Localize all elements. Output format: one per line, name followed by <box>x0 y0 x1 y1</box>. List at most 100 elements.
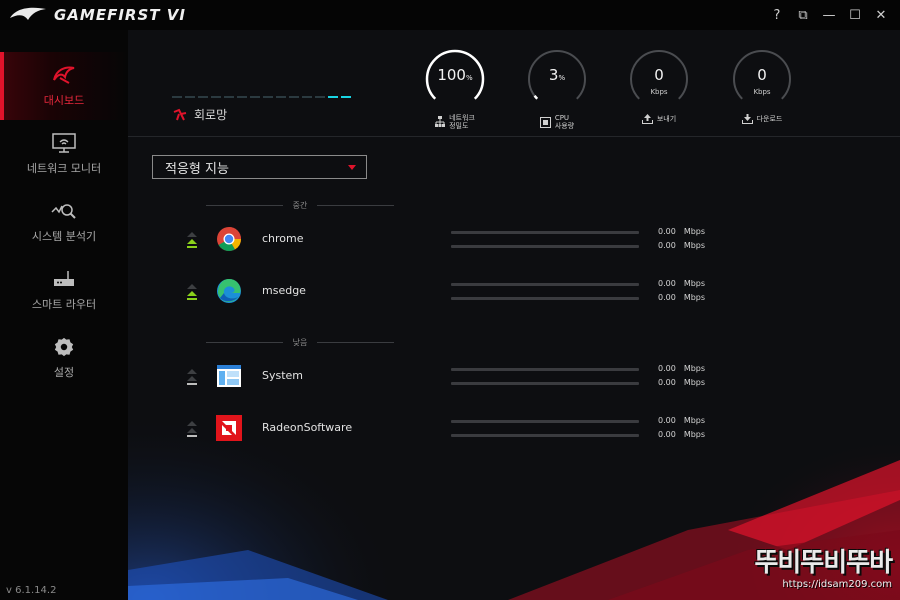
rog-eye-icon <box>10 7 46 20</box>
rate-value: 0.00 <box>658 241 676 250</box>
signal-bar <box>276 96 286 98</box>
network-icon <box>435 116 446 127</box>
gear-icon <box>54 337 74 357</box>
sidebar-item-system-analyzer[interactable]: 시스템 분석기 <box>0 188 128 256</box>
upload-rate: 0.00 Mbps <box>658 416 705 425</box>
title-bar: GAMEFIRST VI ? ⧉ — ☐ ✕ <box>0 0 900 30</box>
version-label: v 6.1.14.2 <box>6 585 57 596</box>
signal-bar <box>224 96 234 98</box>
gauge-unit-below: Kbps <box>753 88 771 96</box>
app-row-msedge[interactable]: msedge 0.00 Mbps 0.00 Mbps <box>186 278 706 306</box>
sidebar: 대시보드 네트워크 모니터 시스템 분석기 스마트 라우터 설정 v 6.1.1… <box>0 30 128 600</box>
gauge-fill <box>533 95 539 100</box>
rate-value: 0.00 <box>658 279 676 288</box>
line-label: 회로망 <box>194 108 228 122</box>
dashboard-icon <box>53 66 75 84</box>
gauge-unit: % <box>558 74 566 82</box>
dashboard-header: 회로망 100% 네트워크 정밀도 3% CPU 사용량 0 Kbps 보내기 … <box>128 30 900 137</box>
priority-medium-icon[interactable] <box>186 280 198 302</box>
minimize-button[interactable]: — <box>816 4 842 26</box>
priority-low-icon[interactable] <box>186 365 198 387</box>
mini-mode-button[interactable]: ⧉ <box>790 4 816 26</box>
upload-rate: 0.00 Mbps <box>658 364 705 373</box>
sidebar-item-smart-router[interactable]: 스마트 라우터 <box>0 256 128 324</box>
priority-low-icon[interactable] <box>186 417 198 439</box>
rate-unit: Mbps <box>683 416 706 425</box>
signal-bar <box>172 96 182 98</box>
sidebar-item-settings[interactable]: 설정 <box>0 324 128 392</box>
upload-icon <box>641 114 653 124</box>
app-name: System <box>262 369 304 382</box>
gauge-upload: 0 Kbps 보내기 <box>626 48 692 124</box>
app-row-system[interactable]: System 0.00 Mbps 0.00 Mbps <box>186 363 706 391</box>
signal-bar <box>211 96 221 98</box>
gauge-network-accuracy: 100% 네트워크 정밀도 <box>422 48 488 130</box>
close-button[interactable]: ✕ <box>868 4 894 26</box>
download-rate: 0.00 Mbps <box>658 241 705 250</box>
gauge-cpu-usage: 3% CPU 사용량 <box>524 48 590 130</box>
maximize-button[interactable]: ☐ <box>842 4 868 26</box>
group-label: 낮음 <box>292 337 308 347</box>
gauge-value: 0 <box>654 66 664 84</box>
gauge-caption: 다운로드 <box>756 115 783 123</box>
signal-bar <box>341 96 351 98</box>
rate-value: 0.00 <box>658 430 676 439</box>
runner-icon <box>173 108 187 120</box>
download-rate-bar <box>451 297 639 300</box>
upload-rate-bar <box>451 283 639 286</box>
group-header-medium: 중간 <box>206 199 395 211</box>
download-rate: 0.00 Mbps <box>658 293 705 302</box>
help-button[interactable]: ? <box>764 4 790 26</box>
system-analyzer-icon <box>51 204 76 219</box>
app-title: GAMEFIRST VI <box>54 6 186 24</box>
priority-medium-icon[interactable] <box>186 228 198 250</box>
signal-bar <box>315 96 325 98</box>
upload-rate: 0.00 Mbps <box>658 279 705 288</box>
signal-bar <box>237 96 247 98</box>
sidebar-item-network-monitor[interactable]: 네트워크 모니터 <box>0 120 128 188</box>
upload-rate: 0.00 Mbps <box>658 227 705 236</box>
signal-bar <box>263 96 273 98</box>
rate-unit: Mbps <box>683 227 706 236</box>
upload-rate-bar <box>451 420 639 423</box>
download-rate-bar <box>451 382 639 385</box>
rate-unit: Mbps <box>683 293 706 302</box>
app-logo: GAMEFIRST VI <box>8 5 186 25</box>
signal-bar <box>198 96 208 98</box>
sidebar-item-label: 스마트 라우터 <box>31 298 97 311</box>
rate-unit: Mbps <box>683 279 706 288</box>
sidebar-item-dashboard[interactable]: 대시보드 <box>0 52 128 120</box>
watermark-logo: 뚜비뚜비뚜바 <box>754 548 893 578</box>
rate-value: 0.00 <box>658 293 676 302</box>
rate-unit: Mbps <box>683 430 706 439</box>
gauge-value: 3 <box>548 66 559 84</box>
download-rate: 0.00 Mbps <box>658 430 705 439</box>
amd-icon <box>216 415 242 441</box>
download-rate-bar <box>451 434 639 437</box>
mode-select-value: 적응형 지능 <box>165 161 229 177</box>
signal-bar <box>328 96 338 98</box>
watermark: 뚜비뚜비뚜바 https://idsam209.com <box>754 542 893 590</box>
rate-unit: Mbps <box>683 241 706 250</box>
gauge-value: 100 <box>437 66 466 84</box>
signal-bar <box>250 96 260 98</box>
signal-bar <box>289 96 299 98</box>
watermark-url: https://idsam209.com <box>782 579 892 590</box>
mode-select[interactable]: 적응형 지능 <box>152 155 367 179</box>
app-row-chrome[interactable]: chrome 0.00 Mbps 0.00 Mbps <box>186 226 706 254</box>
router-icon <box>54 271 74 286</box>
main-panel: 회로망 100% 네트워크 정밀도 3% CPU 사용량 0 Kbps 보내기 … <box>128 30 900 600</box>
sidebar-item-label: 시스템 분석기 <box>31 230 97 243</box>
gauge-unit: % <box>465 74 473 82</box>
group-header-low: 낮음 <box>206 336 395 348</box>
sidebar-item-label: 네트워크 모니터 <box>26 162 102 175</box>
chevron-down-icon[interactable] <box>348 165 356 170</box>
app-row-radeonsoftware[interactable]: RadeonSoftware 0.00 Mbps 0.00 Mbps <box>186 415 706 443</box>
download-icon <box>741 114 753 124</box>
cpu-icon <box>539 116 551 128</box>
gauge-caption: 정밀도 <box>449 122 469 130</box>
download-rate: 0.00 Mbps <box>658 378 705 387</box>
app-name: RadeonSoftware <box>262 421 353 434</box>
rate-value: 0.00 <box>658 378 676 387</box>
app-name: chrome <box>262 232 304 245</box>
